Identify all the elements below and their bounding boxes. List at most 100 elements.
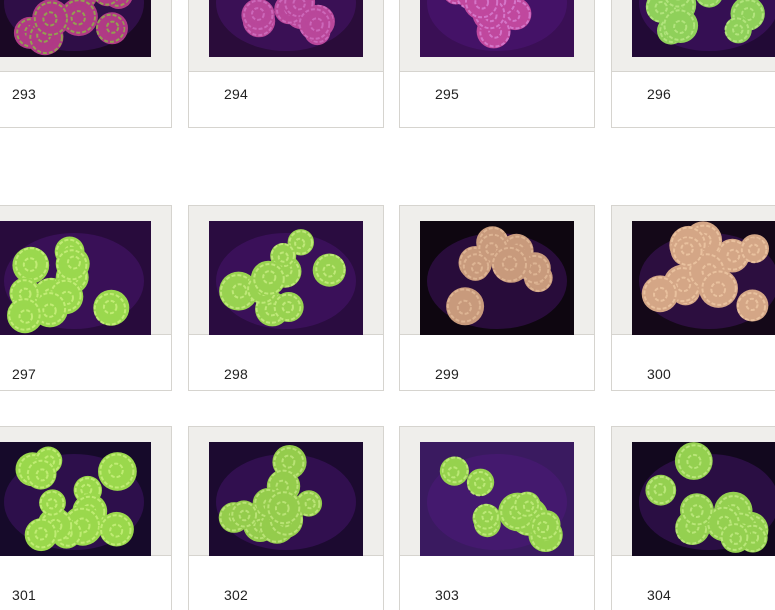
coral-photo[interactable] — [632, 442, 775, 556]
coral-head — [24, 518, 58, 552]
coral-head — [680, 493, 714, 527]
coral-cluster-graphic — [4, 233, 144, 334]
coral-head — [265, 489, 302, 526]
coral-head-body — [663, 8, 699, 43]
coral-head-body — [24, 518, 58, 552]
coral-head-body — [312, 253, 346, 287]
item-number-label: 297 — [12, 366, 36, 382]
gallery-card[interactable]: 304 — [611, 426, 775, 610]
coral-head — [466, 468, 495, 497]
coral-photo[interactable] — [0, 221, 151, 335]
coral-head — [12, 246, 50, 284]
photo-frame — [400, 0, 594, 72]
coral-head — [273, 292, 304, 322]
coral-cluster-graphic — [639, 442, 775, 553]
coral-head — [641, 275, 679, 313]
coral-head — [25, 458, 57, 490]
item-number-label: 293 — [12, 86, 36, 102]
photo-frame — [189, 0, 383, 72]
item-number-label: 299 — [435, 366, 459, 382]
gallery-card[interactable]: 299 — [399, 205, 595, 391]
coral-head-body — [740, 234, 769, 263]
coral-head — [472, 503, 501, 532]
coral-cluster-graphic — [639, 221, 775, 329]
coral-head — [674, 442, 713, 480]
gallery-card[interactable]: 301 — [0, 426, 172, 610]
coral-head — [39, 489, 66, 517]
gallery-card[interactable]: 294 — [188, 0, 384, 128]
gallery-card[interactable]: 297 — [0, 205, 172, 391]
item-number-label: 296 — [647, 86, 671, 102]
coral-head-body — [32, 0, 70, 37]
photo-frame — [0, 206, 171, 335]
coral-cluster-graphic — [4, 446, 144, 552]
coral-cluster-graphic — [639, 0, 775, 51]
coral-head-body — [674, 442, 713, 480]
coral-photo[interactable] — [632, 0, 775, 57]
photo-frame — [612, 427, 775, 556]
coral-head — [698, 268, 738, 308]
gallery-card[interactable]: 302 — [188, 426, 384, 610]
gallery-card[interactable]: 300 — [611, 205, 775, 391]
coral-photo[interactable] — [0, 442, 151, 556]
coral-photo[interactable] — [420, 221, 574, 335]
gallery-card[interactable]: 296 — [611, 0, 775, 128]
coral-head — [461, 252, 490, 281]
coral-head-body — [7, 297, 43, 334]
coral-head — [439, 456, 469, 486]
coral-head — [736, 289, 769, 322]
photo-frame — [400, 206, 594, 335]
coral-head — [663, 8, 699, 43]
coral-head — [491, 244, 531, 283]
coral-photo[interactable] — [209, 0, 363, 57]
coral-head — [99, 511, 134, 547]
coral-head — [645, 474, 677, 506]
coral-head — [55, 246, 90, 281]
coral-head — [229, 500, 258, 529]
coral-head-body — [670, 233, 704, 267]
item-number-label: 298 — [224, 366, 248, 382]
item-number-label: 301 — [12, 587, 36, 603]
item-number-label: 304 — [647, 587, 671, 603]
coral-head — [670, 233, 704, 267]
coral-head — [720, 522, 751, 553]
coral-head — [241, 0, 275, 32]
gallery-card[interactable]: 293 — [0, 0, 172, 128]
item-number-label: 302 — [224, 587, 248, 603]
photo-frame — [189, 427, 383, 556]
coral-head-body — [446, 287, 485, 326]
gallery-card[interactable]: 298 — [188, 205, 384, 391]
coral-head — [724, 16, 752, 44]
coral-photo[interactable] — [632, 221, 775, 335]
coral-head — [446, 287, 485, 326]
coral-cluster-graphic — [427, 454, 567, 552]
coral-head — [529, 511, 559, 541]
item-number-label: 295 — [435, 86, 459, 102]
gallery-card[interactable]: 303 — [399, 426, 595, 610]
coral-head — [7, 297, 43, 334]
coral-photo[interactable] — [420, 0, 574, 57]
coral-photo[interactable] — [420, 442, 574, 556]
coral-photo[interactable] — [209, 221, 363, 335]
coral-head-body — [241, 0, 275, 32]
photo-gallery-grid: 293 294 295 296 297 298 299 300 301 302 … — [0, 0, 775, 610]
photo-frame — [400, 427, 594, 556]
coral-head — [298, 6, 334, 41]
coral-cluster-graphic — [4, 0, 144, 56]
coral-cluster-graphic — [427, 226, 567, 329]
coral-head — [96, 12, 128, 45]
coral-photo[interactable] — [209, 442, 363, 556]
coral-cluster-graphic — [216, 445, 356, 550]
gallery-card[interactable]: 295 — [399, 0, 595, 128]
coral-head — [312, 253, 346, 287]
coral-cluster-graphic — [216, 229, 356, 329]
photo-frame — [189, 206, 383, 335]
coral-head — [93, 289, 130, 326]
item-number-label: 294 — [224, 86, 248, 102]
photo-frame — [0, 0, 171, 72]
photo-frame — [612, 206, 775, 335]
coral-cluster-graphic — [216, 0, 356, 51]
photo-frame — [0, 427, 171, 556]
item-number-label: 300 — [647, 366, 671, 382]
coral-photo[interactable] — [0, 0, 151, 57]
